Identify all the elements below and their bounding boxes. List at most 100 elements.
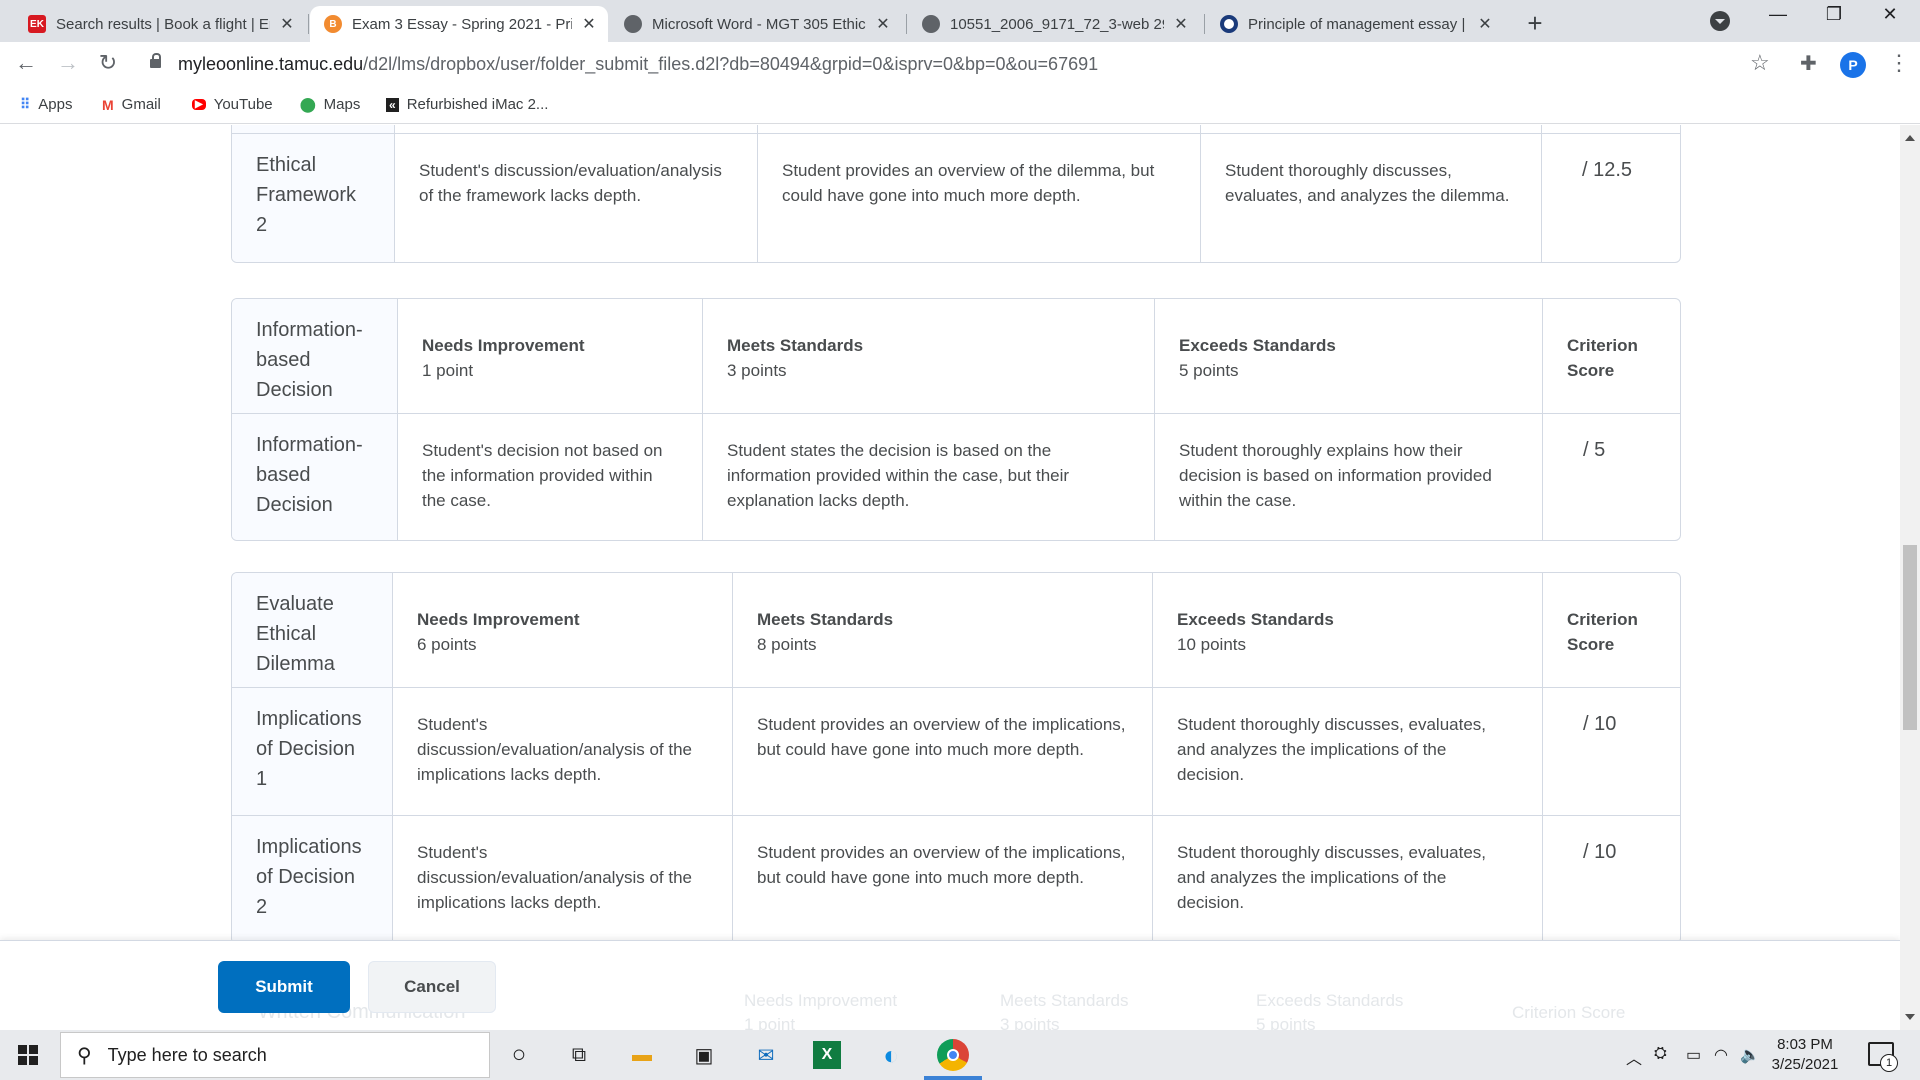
battery-icon[interactable]: ▭ bbox=[1686, 1045, 1701, 1065]
level-needs-improvement: Student's discussion/evaluation/analysis… bbox=[392, 816, 732, 940]
bookmark-star-icon[interactable]: ☆ bbox=[1750, 50, 1770, 76]
criterion-name: Information-based Decision bbox=[232, 414, 397, 540]
table-header-row: Evaluate Ethical Dilemma Needs Improveme… bbox=[232, 573, 1680, 687]
tab-title: Microsoft Word - MGT 305 Ethics bbox=[652, 15, 866, 33]
wifi-icon[interactable]: ◠ bbox=[1714, 1045, 1728, 1065]
bookmark-youtube[interactable]: ▶ YouTube bbox=[192, 96, 273, 113]
page-content: Ethical Framework 2 Student's discussion… bbox=[0, 125, 1900, 940]
close-tab-icon[interactable]: ✕ bbox=[1476, 14, 1494, 34]
more-menu-icon[interactable]: ⋮ bbox=[1888, 50, 1910, 76]
bookmark-gmail[interactable]: M Gmail bbox=[102, 96, 161, 113]
browser-tab[interactable]: EK Search results | Book a flight | Em ✕ bbox=[14, 6, 306, 42]
search-placeholder: Type here to search bbox=[107, 1044, 267, 1065]
taskbar-search-box[interactable]: ⚲ Type here to search bbox=[60, 1032, 490, 1078]
browser-tab-active[interactable]: B Exam 3 Essay - Spring 2021 - Prin ✕ bbox=[310, 6, 608, 42]
table-row: Implications of Decision 2 Student's dis… bbox=[232, 815, 1680, 940]
rubric-table-information-decision: Information-based Decision Needs Improve… bbox=[231, 298, 1681, 541]
globe-icon bbox=[624, 15, 642, 33]
browser-tab[interactable]: 10551_2006_9171_72_3-web 293 ✕ bbox=[908, 6, 1200, 42]
profile-avatar[interactable]: P bbox=[1840, 52, 1866, 78]
edge-icon[interactable]: ◐ bbox=[875, 1039, 907, 1071]
level-needs-improvement: Student's discussion/evaluation/analysis… bbox=[394, 134, 757, 262]
level-needs-improvement: Student's discussion/evaluation/analysis… bbox=[392, 688, 732, 815]
bookmark-refurbished-imac[interactable]: « Refurbished iMac 2... bbox=[386, 96, 548, 113]
level-points: 3 points bbox=[727, 361, 787, 380]
column-needs-improvement: Needs Improvement 1 point bbox=[397, 299, 702, 413]
scroll-up-arrow-icon[interactable] bbox=[1905, 135, 1915, 141]
excel-icon[interactable]: X bbox=[813, 1041, 841, 1069]
volume-icon[interactable]: 🔈 bbox=[1740, 1045, 1760, 1065]
search-icon: ⚲ bbox=[77, 1044, 92, 1067]
criterion-score: / 10 bbox=[1542, 816, 1680, 940]
column-meets-standards: Meets Standards 8 points bbox=[732, 573, 1152, 687]
forward-arrow-icon[interactable]: → bbox=[54, 50, 82, 76]
active-app-indicator bbox=[924, 1076, 982, 1080]
new-tab-icon[interactable]: + bbox=[1520, 8, 1550, 39]
notification-count-badge: 1 bbox=[1880, 1054, 1898, 1072]
ghost-exceeds-points: 5 points bbox=[1256, 1015, 1316, 1030]
criterion-name: Ethical Framework 2 bbox=[232, 134, 394, 262]
task-view-icon[interactable]: ⧉ bbox=[563, 1039, 595, 1071]
taskbar-clock[interactable]: 8:03 PM 3/25/2021 bbox=[1760, 1035, 1850, 1075]
tab-separator bbox=[906, 14, 907, 34]
bookmark-apps[interactable]: ⠿ Apps bbox=[20, 96, 72, 113]
level-points: 5 points bbox=[1179, 361, 1239, 380]
lock-icon[interactable] bbox=[150, 53, 161, 68]
security-alert-icon[interactable]: ⛭ bbox=[1654, 1045, 1667, 1063]
scroll-down-arrow-icon[interactable] bbox=[1905, 1014, 1915, 1020]
tab-title: Exam 3 Essay - Spring 2021 - Prin bbox=[352, 15, 572, 33]
tab-separator bbox=[1204, 14, 1205, 34]
column-exceeds-standards: Exceeds Standards 10 points bbox=[1152, 573, 1542, 687]
close-tab-icon[interactable]: ✕ bbox=[1172, 14, 1190, 34]
file-explorer-icon[interactable]: ▬ bbox=[626, 1039, 658, 1071]
ghost-meets-name: Meets Standards bbox=[1000, 991, 1129, 1010]
show-hidden-icons-icon[interactable]: ︿ bbox=[1626, 1045, 1642, 1069]
criterion-header: Information-based Decision bbox=[232, 299, 397, 413]
level-meets-standards: Student states the decision is based on … bbox=[702, 414, 1154, 540]
bookmark-maps[interactable]: ⬤ Maps bbox=[300, 96, 360, 113]
clock-time: 8:03 PM bbox=[1777, 1036, 1833, 1053]
level-points: 10 points bbox=[1177, 635, 1246, 654]
browser-tab[interactable]: Microsoft Word - MGT 305 Ethics ✕ bbox=[610, 6, 902, 42]
close-window-icon[interactable]: ✕ bbox=[1870, 4, 1910, 25]
bookmarks-bar: ⠿ Apps M Gmail ▶ YouTube ⬤ Maps « Refurb… bbox=[0, 86, 1920, 124]
submit-button[interactable]: Submit bbox=[218, 961, 350, 1013]
criterion-score-label: Criterion Score bbox=[1567, 336, 1638, 380]
ghost-score-label: Criterion Score bbox=[1512, 1003, 1626, 1022]
back-arrow-icon[interactable]: ← bbox=[12, 50, 40, 76]
minimize-icon[interactable]: — bbox=[1758, 4, 1798, 25]
mail-icon[interactable]: ✉ bbox=[750, 1039, 782, 1071]
gmail-icon: M bbox=[102, 96, 114, 113]
page-scrollbar[interactable] bbox=[1900, 125, 1920, 1030]
ghost-meets-points: 3 points bbox=[1000, 1015, 1060, 1030]
browser-toolbar: ← → ↻ myleoonline.tamuc.edu/d2l/lms/drop… bbox=[0, 42, 1920, 86]
microsoft-store-icon[interactable]: ▣ bbox=[688, 1039, 720, 1071]
windows-start-icon[interactable] bbox=[18, 1045, 38, 1065]
reload-icon[interactable]: ↻ bbox=[94, 50, 122, 76]
ghost-needs-name: Needs Improvement bbox=[744, 991, 898, 1010]
level-meets-standards: Student provides an overview of the dile… bbox=[757, 134, 1200, 262]
level-exceeds-standards: Student thoroughly discusses, evaluates,… bbox=[1200, 134, 1541, 262]
url-path: /d2l/lms/dropbox/user/folder_submit_file… bbox=[363, 54, 1099, 74]
cortana-icon[interactable]: ○ bbox=[503, 1039, 535, 1071]
close-tab-icon[interactable]: ✕ bbox=[580, 14, 598, 34]
close-tab-icon[interactable]: ✕ bbox=[278, 14, 296, 34]
tab-title: Search results | Book a flight | Em bbox=[56, 15, 270, 33]
submit-footer: Written Communication Needs Improvement … bbox=[0, 940, 1900, 1030]
tab-separator bbox=[308, 14, 309, 34]
close-tab-icon[interactable]: ✕ bbox=[874, 14, 892, 34]
table-row: Ethical Framework 2 Student's discussion… bbox=[232, 133, 1680, 262]
scrollbar-thumb[interactable] bbox=[1903, 545, 1917, 730]
chrome-icon[interactable] bbox=[937, 1039, 969, 1071]
extensions-puzzle-icon[interactable]: ✚ bbox=[1800, 51, 1817, 76]
table-row: Information-based Decision Student's dec… bbox=[232, 413, 1680, 540]
restore-icon[interactable]: ❐ bbox=[1814, 4, 1854, 25]
tab-search-icon[interactable] bbox=[1710, 11, 1730, 31]
brightspace-favicon-icon: B bbox=[324, 15, 342, 33]
browser-tab[interactable]: Principle of management essay | ✕ bbox=[1206, 6, 1504, 42]
cancel-button[interactable]: Cancel bbox=[368, 961, 496, 1013]
emirates-favicon-icon: EK bbox=[28, 15, 46, 33]
level-exceeds-standards: Student thoroughly discusses, evaluates,… bbox=[1152, 816, 1542, 940]
level-name: Exceeds Standards bbox=[1179, 336, 1336, 355]
address-bar[interactable]: myleoonline.tamuc.edu/d2l/lms/dropbox/us… bbox=[178, 54, 1098, 75]
